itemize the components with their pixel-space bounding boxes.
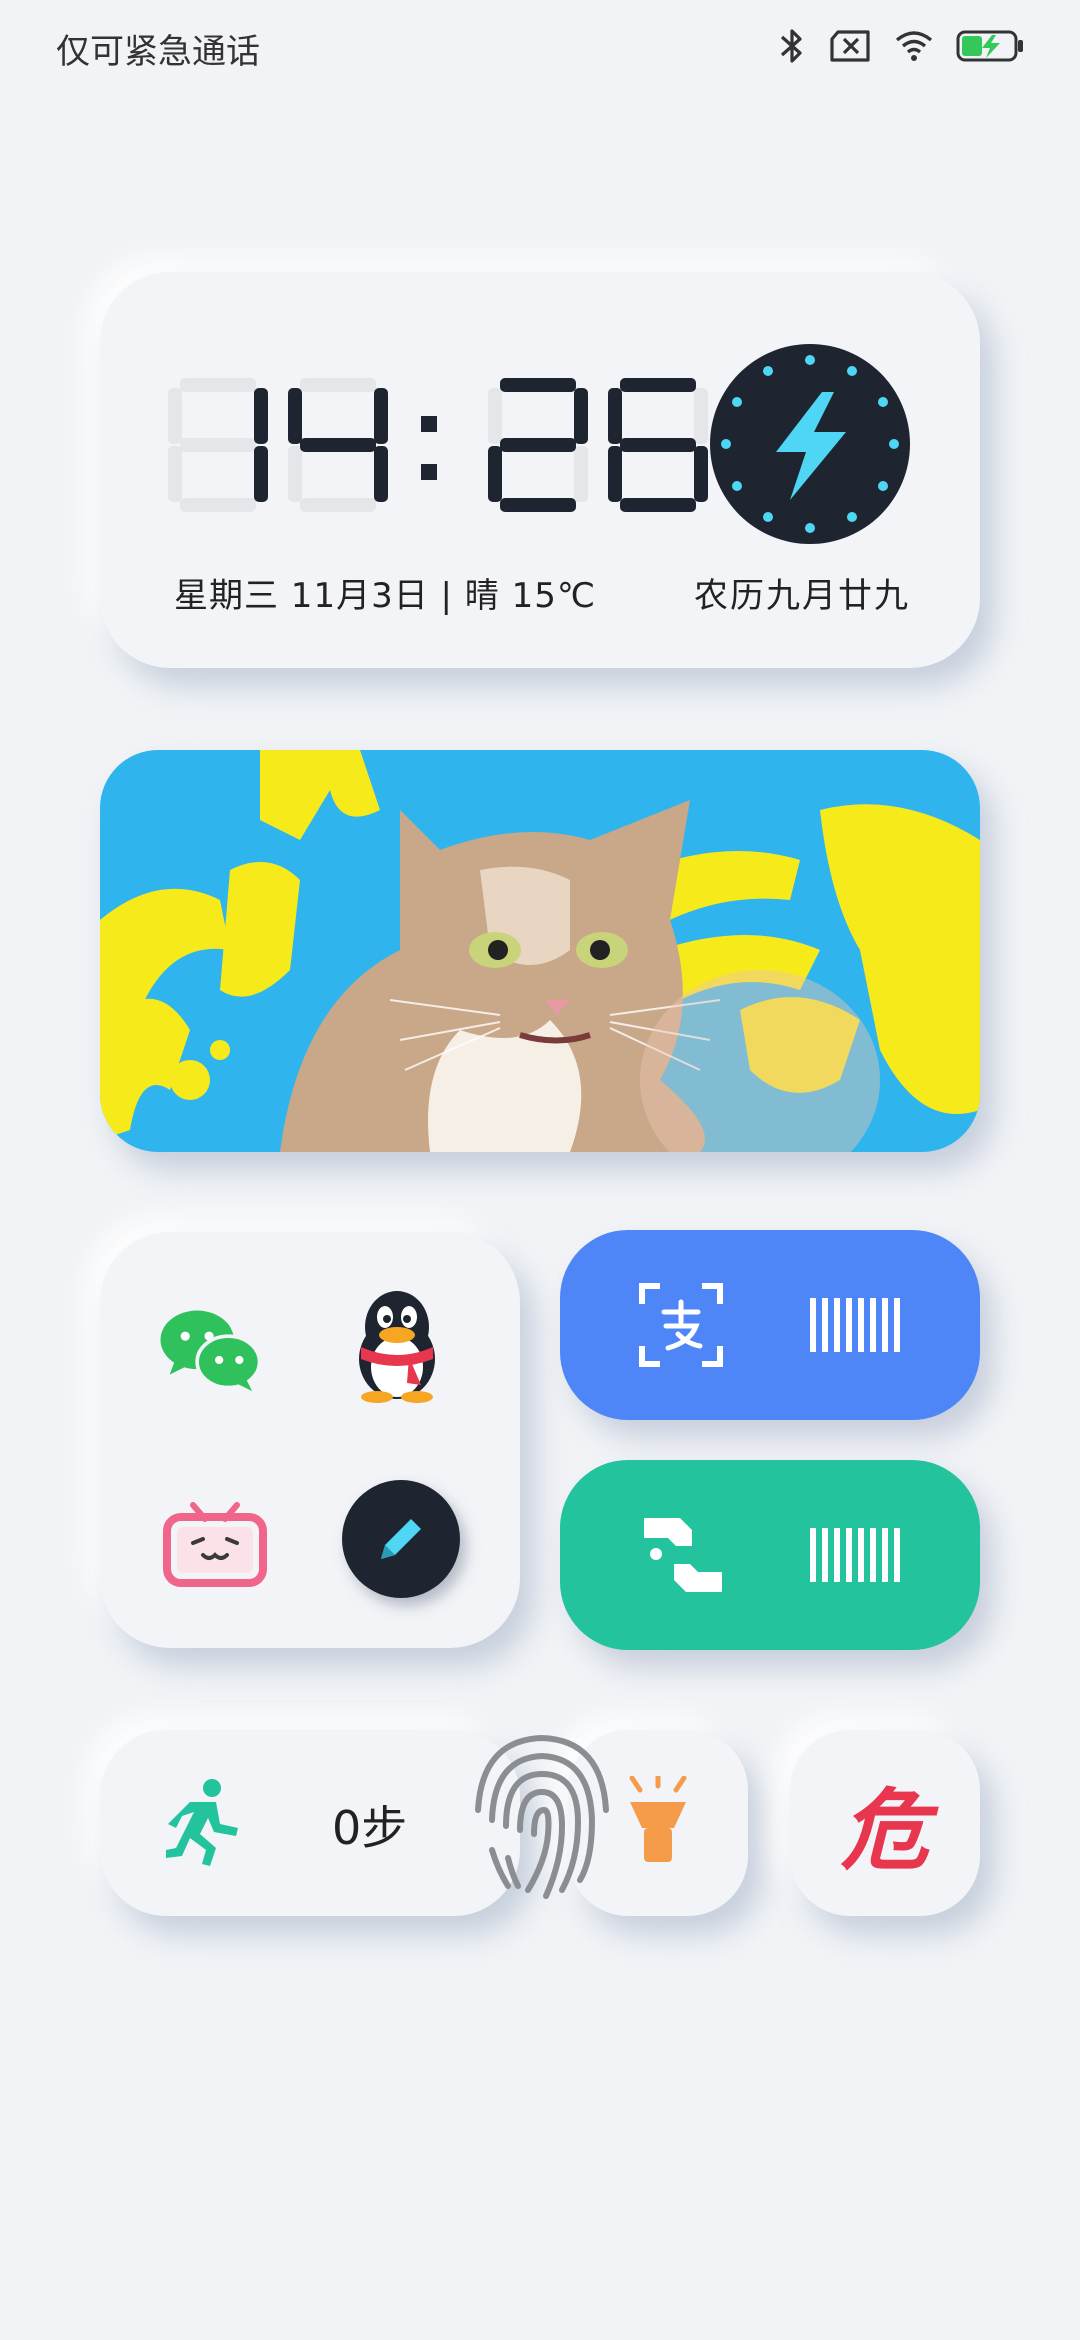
bilibili-icon[interactable]	[160, 1484, 270, 1594]
wechat-pay-icon[interactable]	[638, 1510, 728, 1600]
pen-icon[interactable]	[342, 1480, 460, 1598]
alipay-widget[interactable]	[560, 1230, 980, 1420]
lunar-date-text: 农历九月廿九	[694, 576, 910, 616]
barcode-icon[interactable]	[810, 1528, 902, 1582]
flashlight-icon[interactable]	[618, 1776, 698, 1866]
status-carrier-text: 仅可紧急通话	[56, 32, 260, 72]
wechat-icon[interactable]	[155, 1294, 265, 1404]
wifi-icon	[895, 31, 933, 61]
no-sim-icon	[830, 30, 870, 62]
step-counter-widget[interactable]: 0步	[100, 1730, 520, 1916]
alipay-scan-icon[interactable]	[638, 1282, 724, 1368]
step-count-label: 0步	[332, 1801, 408, 1855]
bluetooth-icon	[780, 29, 802, 63]
digital-clock-digits	[168, 378, 708, 512]
fingerprint-icon[interactable]	[462, 1730, 622, 1900]
danger-widget[interactable]: 危	[790, 1730, 980, 1916]
status-icons	[778, 26, 1026, 66]
danger-char: 危	[840, 1777, 929, 1882]
cat-poster-art	[100, 750, 980, 1152]
date-weather-text: 星期三 11月3日 | 晴 15℃	[174, 576, 597, 616]
lightning-icon[interactable]	[710, 344, 910, 544]
battery-charging-icon	[956, 30, 1023, 62]
qq-icon[interactable]	[342, 1290, 452, 1403]
wechat-pay-widget[interactable]	[560, 1460, 980, 1650]
clock-widget[interactable]: 星期三 11月3日 | 晴 15℃ 农历九月廿九	[100, 272, 980, 668]
barcode-icon[interactable]	[810, 1298, 902, 1352]
apps-widget	[100, 1232, 520, 1648]
cat-poster-image[interactable]	[100, 750, 980, 1152]
running-person-icon	[166, 1779, 238, 1866]
